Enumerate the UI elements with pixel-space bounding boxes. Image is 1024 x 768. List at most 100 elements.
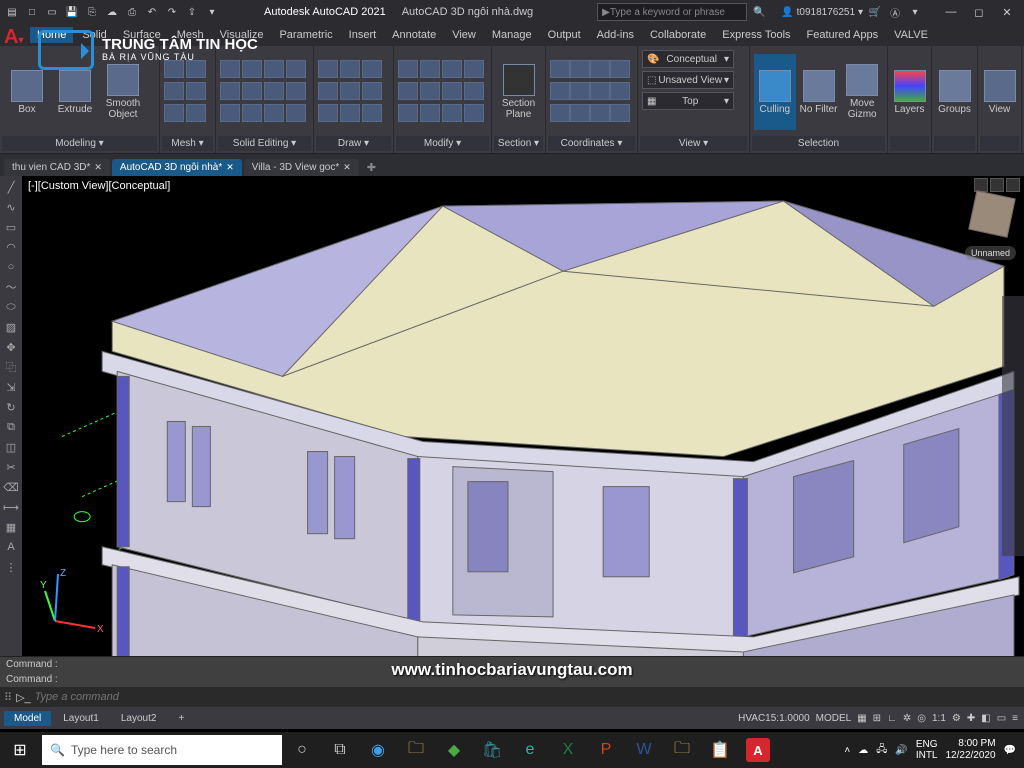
viewport[interactable]: [-][Custom View][Conceptual] Unnamed 400… bbox=[22, 176, 1024, 656]
cortana-icon[interactable]: ○ bbox=[284, 732, 320, 768]
more-tool-icon[interactable]: ⋮ bbox=[2, 558, 20, 576]
panel-view[interactable]: View ▾ bbox=[640, 136, 747, 151]
qat-save-icon[interactable]: 💾 bbox=[64, 4, 80, 20]
layers-button[interactable]: Layers bbox=[892, 54, 927, 130]
qat-cloud-icon[interactable]: ☁ bbox=[104, 4, 120, 20]
layout-2[interactable]: Layout2 bbox=[111, 711, 167, 726]
status-grid-icon[interactable]: ▦ bbox=[857, 713, 866, 724]
tab-output[interactable]: Output bbox=[541, 27, 588, 43]
ucs-icon[interactable]: X Y Z bbox=[40, 566, 110, 636]
qat-redo-icon[interactable]: ↷ bbox=[164, 4, 180, 20]
taskbar-search[interactable]: 🔍 Type here to search bbox=[42, 735, 282, 765]
copy-tool-icon[interactable]: ⿻ bbox=[2, 358, 20, 376]
tab-collaborate[interactable]: Collaborate bbox=[643, 27, 713, 43]
cart-icon[interactable]: 🛒 bbox=[867, 4, 883, 20]
tray-vol-icon[interactable]: 🔊 bbox=[895, 745, 907, 756]
status-clean-icon[interactable]: ▭ bbox=[997, 713, 1006, 724]
qat-new-icon[interactable]: □ bbox=[24, 4, 40, 20]
rect-tool-icon[interactable]: ▭ bbox=[2, 218, 20, 236]
tab-home[interactable]: Home bbox=[30, 27, 73, 43]
coord-btn[interactable] bbox=[590, 82, 610, 100]
view-cube[interactable] bbox=[968, 190, 1015, 237]
modify-btn[interactable] bbox=[398, 60, 418, 78]
section-plane-button[interactable]: Section Plane bbox=[496, 54, 541, 130]
stretch-tool-icon[interactable]: ⇲ bbox=[2, 378, 20, 396]
status-ortho-icon[interactable]: ∟ bbox=[887, 713, 897, 724]
autocad-taskbar-icon[interactable]: A bbox=[746, 738, 770, 762]
arc-tool-icon[interactable]: ◠ bbox=[2, 238, 20, 256]
mesh-btn[interactable] bbox=[186, 104, 206, 122]
qat-open-icon[interactable]: ▭ bbox=[44, 4, 60, 20]
vp-close-icon[interactable] bbox=[1006, 178, 1020, 192]
qat-dropdown-icon[interactable]: ▾ bbox=[204, 4, 220, 20]
close-button[interactable]: ✕ bbox=[994, 2, 1020, 22]
erase-tool-icon[interactable]: ⌫ bbox=[2, 478, 20, 496]
solid-btn[interactable] bbox=[220, 60, 240, 78]
nofilter-button[interactable]: No Filter bbox=[798, 54, 840, 130]
panel-modeling[interactable]: Modeling ▾ bbox=[2, 136, 157, 151]
close-icon[interactable]: ✕ bbox=[226, 162, 234, 173]
doc-tab[interactable]: thu vien CAD 3D*✕ bbox=[4, 159, 110, 176]
draw-btn[interactable] bbox=[340, 104, 360, 122]
solid-btn[interactable] bbox=[220, 104, 240, 122]
status-snap-icon[interactable]: ⊞ bbox=[873, 713, 881, 724]
status-osnap-icon[interactable]: ◎ bbox=[917, 713, 926, 724]
tab-insert[interactable]: Insert bbox=[342, 27, 384, 43]
modify-btn[interactable] bbox=[442, 82, 462, 100]
doc-tab[interactable]: Villa - 3D View goc*✕ bbox=[244, 159, 359, 176]
layout-model[interactable]: Model bbox=[4, 711, 51, 726]
panel-section[interactable]: Section ▾ bbox=[494, 136, 543, 151]
drawing-canvas[interactable]: 4000 x2 bbox=[22, 176, 1024, 656]
panel-selection[interactable]: Selection bbox=[752, 136, 885, 151]
status-scale[interactable]: 1:1 bbox=[932, 713, 946, 724]
folder-icon[interactable]: 🗀 bbox=[664, 732, 700, 768]
tray-time[interactable]: 8:00 PM bbox=[945, 738, 995, 750]
modify-btn[interactable] bbox=[398, 82, 418, 100]
app-icon[interactable]: ◆ bbox=[436, 732, 472, 768]
visual-style-dropdown[interactable]: 🎨Conceptual▾ bbox=[642, 50, 734, 68]
draw-btn[interactable] bbox=[318, 104, 338, 122]
mesh-btn[interactable] bbox=[186, 60, 206, 78]
modify-btn[interactable] bbox=[464, 82, 484, 100]
app-menu-icon[interactable]: ▤ bbox=[4, 4, 20, 20]
solid-btn[interactable] bbox=[264, 82, 284, 100]
modify-btn[interactable] bbox=[464, 104, 484, 122]
draw-btn[interactable] bbox=[340, 60, 360, 78]
modify-btn[interactable] bbox=[420, 82, 440, 100]
coord-btn[interactable] bbox=[550, 104, 570, 122]
coord-btn[interactable] bbox=[590, 104, 610, 122]
table-tool-icon[interactable]: ▦ bbox=[2, 518, 20, 536]
rotate-tool-icon[interactable]: ↻ bbox=[2, 398, 20, 416]
tray-lang1[interactable]: ENG bbox=[916, 739, 938, 750]
store-icon[interactable]: 🛍 bbox=[474, 732, 510, 768]
saved-view-dropdown[interactable]: ⬚Unsaved View▾ bbox=[642, 71, 734, 89]
mesh-btn[interactable] bbox=[164, 60, 184, 78]
help-dropdown-icon[interactable]: ▾ bbox=[907, 4, 923, 20]
solid-btn[interactable] bbox=[242, 82, 262, 100]
new-tab-button[interactable]: ✚ bbox=[361, 159, 382, 176]
solid-btn[interactable] bbox=[264, 104, 284, 122]
ppt-icon[interactable]: P bbox=[588, 732, 624, 768]
tab-solid[interactable]: Solid bbox=[75, 27, 113, 43]
solid-btn[interactable] bbox=[286, 82, 306, 100]
tab-view[interactable]: View bbox=[445, 27, 483, 43]
maximize-button[interactable]: ◻ bbox=[966, 2, 992, 22]
coord-btn[interactable] bbox=[610, 82, 630, 100]
layout-1[interactable]: Layout1 bbox=[53, 711, 109, 726]
mirror-tool-icon[interactable]: ⧉ bbox=[2, 418, 20, 436]
view-panel-button[interactable]: View bbox=[982, 54, 1017, 130]
line-tool-icon[interactable]: ╱ bbox=[2, 178, 20, 196]
hatch-tool-icon[interactable]: ▨ bbox=[2, 318, 20, 336]
view-orient-dropdown[interactable]: ▦Top▾ bbox=[642, 92, 734, 110]
tab-parametric[interactable]: Parametric bbox=[272, 27, 339, 43]
add-layout-button[interactable]: + bbox=[168, 711, 194, 726]
solid-btn[interactable] bbox=[264, 60, 284, 78]
solid-btn[interactable] bbox=[242, 60, 262, 78]
close-icon[interactable]: ✕ bbox=[343, 162, 351, 173]
tray-date[interactable]: 12/22/2020 bbox=[945, 750, 995, 762]
pline-tool-icon[interactable]: ∿ bbox=[2, 198, 20, 216]
ellipse-tool-icon[interactable]: ⬭ bbox=[2, 298, 20, 316]
tray-lang2[interactable]: INTL bbox=[916, 750, 938, 761]
text-tool-icon[interactable]: A bbox=[2, 538, 20, 556]
coord-btn[interactable] bbox=[550, 60, 570, 78]
